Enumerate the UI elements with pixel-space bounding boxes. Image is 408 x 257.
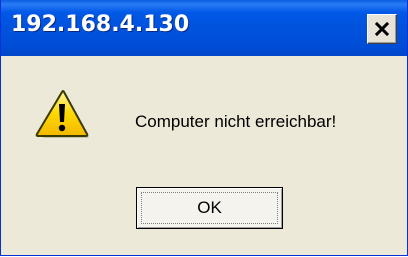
warning-icon <box>35 90 89 138</box>
window-title: 192.168.4.130 <box>11 12 190 37</box>
close-button[interactable] <box>367 14 397 44</box>
close-icon <box>375 22 389 36</box>
ok-button[interactable]: OK <box>136 187 283 229</box>
focus-ring <box>141 192 278 224</box>
dialog-body: Computer nicht erreichbar! OK <box>1 56 407 255</box>
message-dialog: 192.168.4.130 Computer nicht erreichbar! <box>0 0 408 256</box>
dialog-message: Computer nicht erreichbar! <box>135 112 337 131</box>
title-bar[interactable]: 192.168.4.130 <box>1 0 407 56</box>
